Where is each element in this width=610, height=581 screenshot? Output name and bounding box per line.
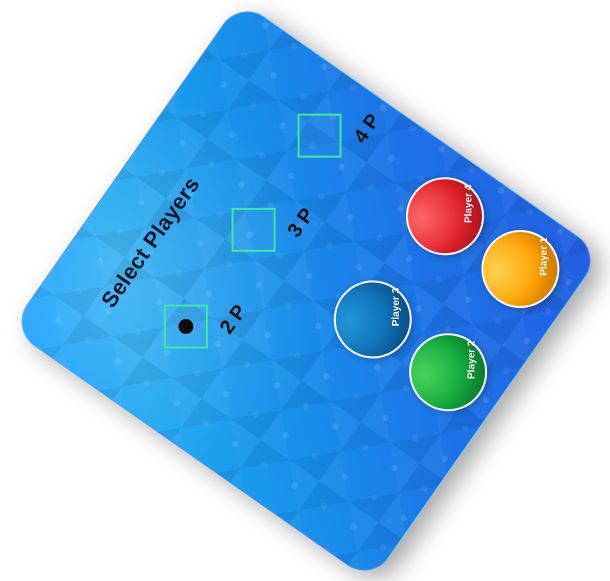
- player-1-circle: [466, 214, 575, 324]
- player-2-label: Player 2: [466, 340, 478, 380]
- player-select-card: Select Players 2 P 3 P 4 P Player 3 Play…: [9, 0, 603, 581]
- player-2-circle: [393, 317, 503, 427]
- selected-dot-icon: [178, 319, 194, 335]
- player-4-label: Player 4: [463, 184, 475, 224]
- option-3p-box: [231, 207, 276, 252]
- game-stage: Select Players 2 P 3 P 4 P Player 3 Play…: [0, 0, 610, 581]
- option-4p-box: [297, 113, 342, 158]
- player-1-label: Player 1: [538, 237, 550, 276]
- option-2p-box: [163, 304, 208, 349]
- player-3-label: Player 3: [391, 287, 403, 327]
